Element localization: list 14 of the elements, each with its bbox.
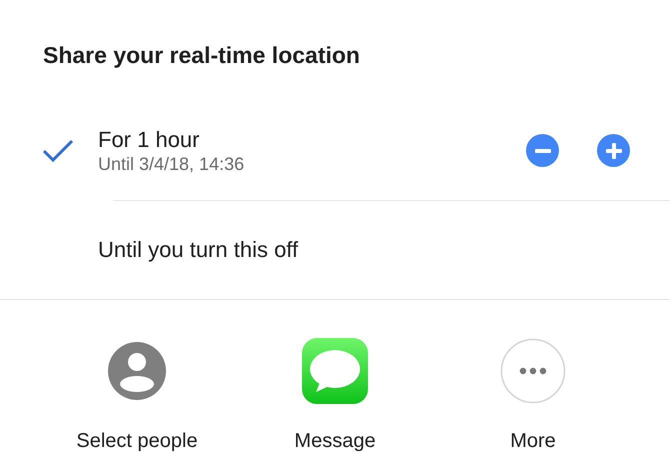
sheet-title: Share your real-time location	[43, 41, 361, 70]
plus-icon	[606, 142, 622, 158]
speech-bubble-icon	[302, 338, 368, 404]
duration-option[interactable]: Until you turn this off	[98, 236, 298, 264]
person-icon	[107, 341, 167, 401]
share-target[interactable]: Select people	[38, 338, 236, 456]
decrease-button[interactable]	[526, 134, 559, 167]
increase-button[interactable]	[597, 134, 630, 167]
minus-icon	[534, 148, 550, 152]
more-icon	[500, 338, 566, 404]
share-target[interactable]: Message	[236, 338, 434, 456]
duration-option[interactable]: For 1 hour Until 3/4/18, 14:36	[98, 126, 244, 176]
checkmark-icon	[42, 138, 74, 162]
share-target[interactable]: More	[434, 338, 632, 456]
